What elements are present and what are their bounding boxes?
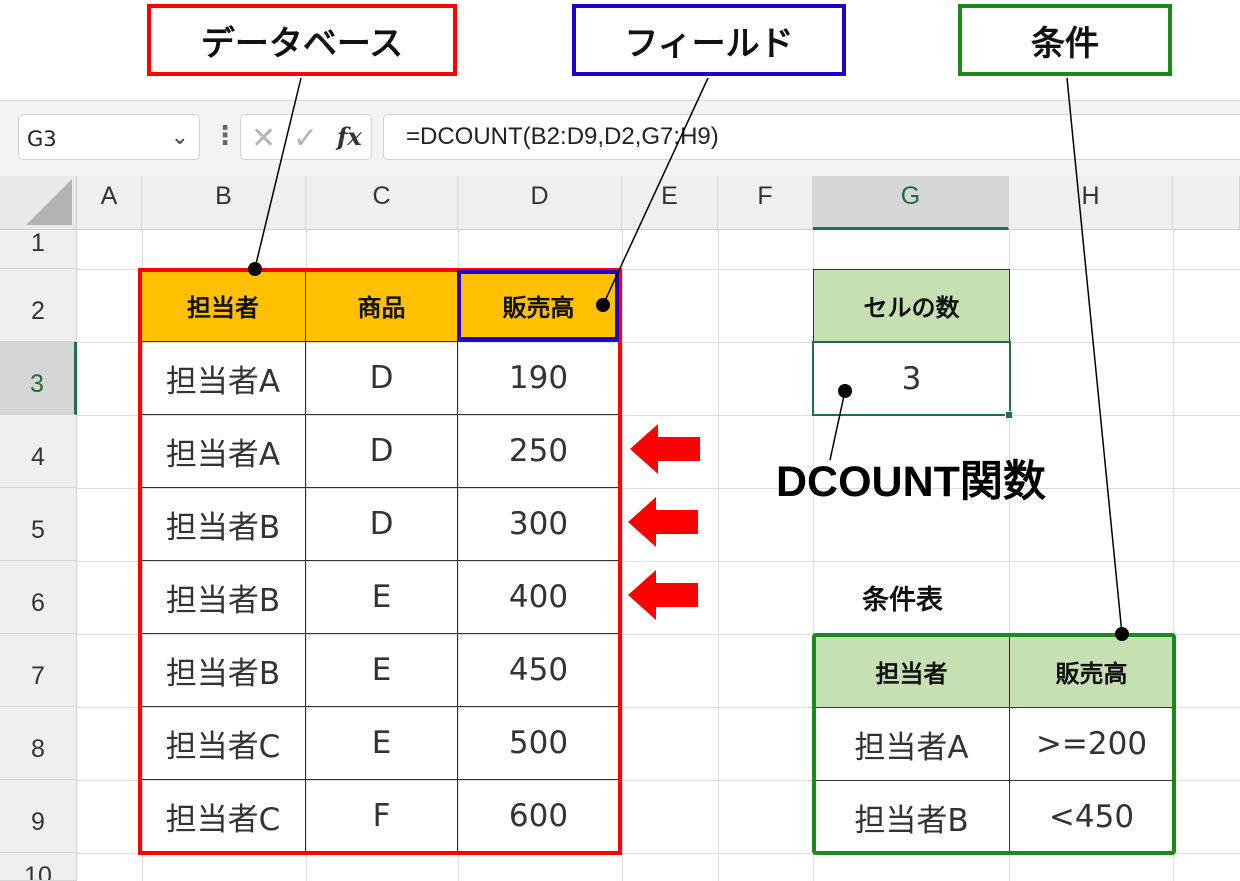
- arrow-left-icon: [628, 497, 698, 547]
- arrow-left-icon: [630, 424, 700, 474]
- criteria-marker-dot: [1115, 627, 1129, 641]
- arrow-left-icon: [628, 570, 698, 620]
- database-marker-dot: [248, 262, 262, 276]
- annotation-leader-lines: [254, 77, 1123, 635]
- field-marker-dot: [596, 298, 610, 312]
- result-marker-dot: [838, 384, 852, 398]
